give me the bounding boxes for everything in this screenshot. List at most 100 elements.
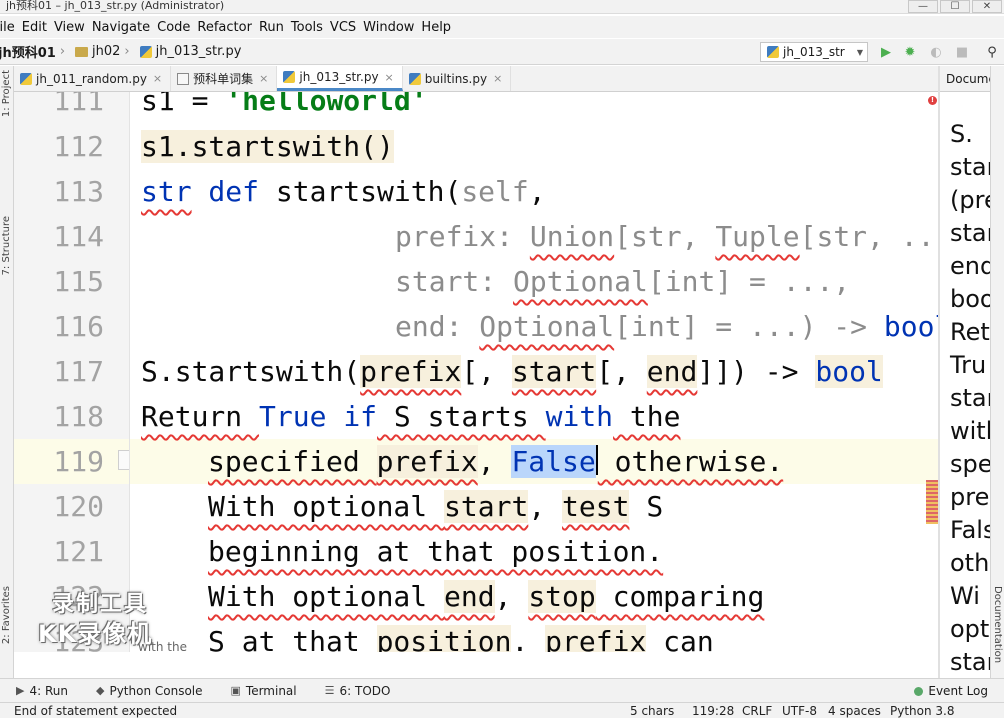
breadcrumb-project[interactable]: jh预科01 ›	[0, 42, 75, 61]
code-token: S at that	[208, 625, 377, 652]
documentation-header: Documentation	[940, 66, 990, 92]
doc-text: star	[950, 648, 990, 676]
status-encoding[interactable]: UTF-8	[782, 703, 817, 718]
text-file-icon	[177, 72, 190, 85]
error-stripe-markers[interactable]	[926, 480, 938, 524]
close-icon[interactable]: ×	[153, 72, 162, 85]
breadcrumb-file[interactable]: jh_013_str.py	[139, 44, 246, 59]
code-token: can	[646, 625, 714, 652]
code-token: the	[613, 400, 681, 433]
keyword: with	[545, 400, 614, 433]
code-line-114: prefix: Union[str, Tuple[str, ...	[395, 214, 938, 259]
left-tool-strip: 1: Project 7: Structure 2: Favorites	[0, 66, 14, 678]
breadcrumb-folder[interactable]: jh02 ›	[75, 44, 140, 59]
event-log-button[interactable]: Event Log	[914, 684, 988, 698]
minimize-button[interactable]: —	[908, 0, 938, 13]
chevron-right-icon: ›	[59, 44, 66, 59]
tab-builtins[interactable]: builtins.py ×	[403, 66, 512, 91]
recorder-watermark: 录制工具 KK录像机	[38, 584, 168, 648]
doc-text: boo	[950, 285, 990, 313]
keyword: bool	[883, 310, 938, 343]
tool-run[interactable]: ▶ 4: Run	[0, 684, 80, 698]
chevron-right-icon: ›	[124, 44, 130, 59]
code-token: With optional	[208, 490, 445, 523]
tool-python-console[interactable]: ◆ Python Console	[80, 684, 215, 698]
code-line-111: s1 = 'helloworld'	[141, 92, 428, 123]
code-token: [str, ...	[799, 220, 938, 253]
code-token: prefix	[545, 625, 647, 652]
status-line-separator[interactable]: CRLF	[742, 703, 772, 718]
menu-file[interactable]: File	[0, 20, 21, 35]
tab-label: jh_011_random.py	[36, 71, 147, 86]
code-token: ,	[477, 445, 512, 478]
doc-text: Ret	[950, 318, 990, 346]
status-interpreter[interactable]: Python 3.8	[890, 703, 955, 718]
code-line-121: beginning at that position.	[208, 529, 663, 574]
doc-text: spe	[950, 450, 990, 478]
code-token: Optional	[513, 265, 648, 298]
code-token: ,	[494, 580, 529, 613]
search-icon[interactable]: ⚲	[984, 44, 1000, 60]
menu-code[interactable]: Code	[156, 20, 196, 35]
status-indent[interactable]: 4 spaces	[828, 703, 881, 718]
code-token: start	[511, 355, 597, 388]
play-icon: ▶	[16, 684, 25, 697]
project-tool-tab[interactable]: 1: Project	[1, 70, 12, 117]
close-button[interactable]: ✕	[972, 0, 1002, 13]
documentation-tool-tab[interactable]: Documentation	[992, 586, 1003, 663]
code-token: prefix	[360, 355, 462, 388]
code-editor[interactable]: s1 = 'helloworld' s1.startswith() str de…	[130, 92, 938, 652]
line-number: 117	[53, 355, 104, 388]
menu-help[interactable]: Help	[420, 20, 457, 35]
doc-text: S.	[950, 120, 973, 148]
keyword: True	[259, 400, 327, 433]
favorites-tool-tab[interactable]: 2: Favorites	[1, 586, 12, 644]
tool-todo[interactable]: ☰ 6: TODO	[309, 684, 403, 698]
menu-refactor[interactable]: Refactor	[196, 20, 258, 35]
tab-jh-013-str[interactable]: jh_013_str.py ×	[277, 66, 403, 91]
code-token: start:	[395, 265, 514, 298]
debug-icon[interactable]: ✹	[902, 44, 918, 60]
error-indicator-icon[interactable]: !	[928, 96, 937, 105]
watermark-line-2: KK录像机	[38, 620, 153, 648]
breadcrumb-file-label: jh_013_str.py	[155, 44, 242, 59]
code-token: end:	[395, 310, 480, 343]
status-caret-position[interactable]: 119:28	[692, 703, 734, 718]
run-configuration-label: jh_013_str	[783, 45, 845, 59]
line-number: 113	[53, 175, 104, 208]
structure-tool-tab[interactable]: 7: Structure	[1, 216, 12, 275]
doc-text: (pre	[950, 186, 990, 214]
maximize-button[interactable]: ☐	[940, 0, 970, 13]
tab-vocabulary[interactable]: 预科单词集 ×	[171, 66, 278, 91]
code-token: Optional	[479, 310, 615, 343]
menu-vcs[interactable]: VCS	[329, 20, 362, 35]
run-configuration-select[interactable]: jh_013_str ▼	[760, 42, 868, 62]
todo-icon: ☰	[324, 684, 335, 697]
status-message: End of statement expected	[14, 704, 178, 718]
tab-jh-011-random[interactable]: jh_011_random.py ×	[14, 66, 172, 91]
tool-label: 6: TODO	[339, 683, 391, 698]
code-token: S	[629, 490, 664, 523]
menu-window[interactable]: Window	[362, 20, 420, 35]
tool-terminal[interactable]: ▣ Terminal	[215, 684, 309, 698]
code-line-113: str def startswith(self,	[141, 169, 546, 214]
fold-marker-icon[interactable]	[118, 450, 129, 470]
menu-tools[interactable]: Tools	[290, 20, 329, 35]
close-icon[interactable]: ×	[493, 72, 502, 85]
close-icon[interactable]: ×	[385, 71, 394, 84]
close-icon[interactable]: ×	[259, 72, 268, 85]
code-token: position	[376, 625, 512, 652]
menu-navigate[interactable]: Navigate	[91, 20, 156, 35]
doc-text: Wi	[950, 582, 980, 610]
code-token: prefix:	[395, 220, 530, 253]
doc-text: with	[950, 417, 990, 445]
menu-run[interactable]: Run	[258, 20, 290, 35]
stop-icon[interactable]: ■	[954, 44, 970, 60]
run-icon[interactable]: ▶	[878, 44, 894, 60]
python-file-icon	[767, 46, 779, 58]
code-token: Union	[529, 220, 615, 253]
menu-edit[interactable]: Edit	[21, 20, 53, 35]
line-number: 116	[53, 310, 104, 343]
coverage-icon[interactable]: ◐	[928, 44, 944, 60]
menu-view[interactable]: View	[53, 20, 91, 35]
